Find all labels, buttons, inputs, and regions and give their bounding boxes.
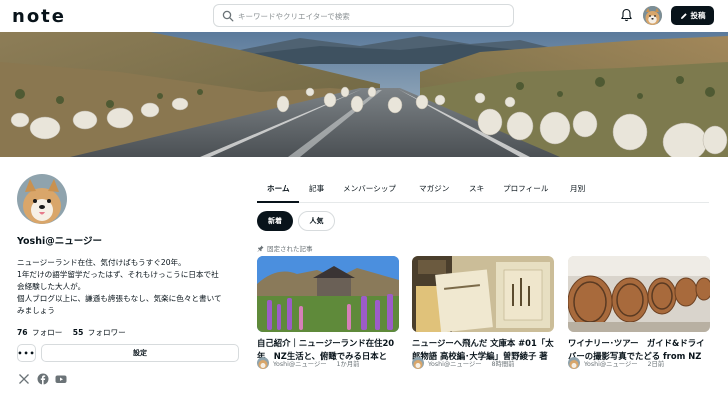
filter-popular-button[interactable]: 人気 <box>298 211 335 231</box>
facebook-icon[interactable] <box>37 373 49 385</box>
profile-name: Yoshi@ニュージー <box>17 236 103 247</box>
article-thumbnail[interactable] <box>568 256 710 332</box>
article-card[interactable]: ワイナリー･ツアー ガイド&ドライバーの撮影写真でたどる from NZ Yos… <box>568 256 710 377</box>
header-banner-image <box>0 32 728 157</box>
post-button[interactable]: 投稿 <box>671 6 714 25</box>
user-avatar[interactable] <box>643 6 662 25</box>
author-name[interactable]: Yoshi@ニュージー <box>584 359 638 368</box>
tab-monthly[interactable]: 月別 <box>570 183 585 194</box>
tab-home[interactable]: ホーム <box>267 183 290 194</box>
profile-avatar <box>17 174 67 224</box>
profile-tabs: ホーム 記事 メンバーシップ マガジン スキ プロフィール 月別 <box>257 178 709 203</box>
pencil-icon <box>680 12 687 19</box>
article-meta: Yoshi@ニュージー 1か月前 <box>257 357 399 369</box>
follow-stats: 76 フォロー 55 フォロワー <box>17 327 126 338</box>
bio-line: 個人ブログ以上に、謙遜も誇張もなし、気楽に色々と書いて <box>17 294 222 303</box>
tab-profile[interactable]: プロフィール <box>503 183 548 194</box>
search-icon <box>222 10 234 22</box>
article-meta: Yoshi@ニュージー 2日前 <box>568 357 710 369</box>
filter-new-button[interactable]: 新着 <box>257 211 293 231</box>
bell-icon[interactable] <box>620 8 633 22</box>
bio-line: 会経験した大人が。 <box>17 282 86 291</box>
article-card[interactable]: 自己紹介｜ニュージーランド在住20年 NZ生活と、俯瞰でみる日本と Yoshi@… <box>257 256 399 377</box>
article-card[interactable]: ニュージーへ飛んだ 文庫本 #01「太郎物語 高校編･大学編」曽野綾子 著 Yo… <box>412 256 554 377</box>
bio-line: ニュージーランド在住、気付けばもうすぐ20年。 <box>17 258 186 267</box>
top-header: note 投稿 <box>0 0 728 32</box>
bio-line: みましょう <box>17 306 55 315</box>
followers-label: フォロワー <box>87 328 126 337</box>
post-time: 8時間前 <box>491 360 515 368</box>
tab-membership[interactable]: メンバーシップ <box>343 183 396 194</box>
note-logo[interactable]: note <box>12 6 66 27</box>
post-time: 2日前 <box>647 360 665 368</box>
author-avatar[interactable] <box>568 357 580 369</box>
tab-likes[interactable]: スキ <box>469 183 484 194</box>
youtube-icon[interactable] <box>55 373 67 385</box>
profile-bio: ニュージーランド在住、気付けばもうすぐ20年。 1年だけの語学留学だったはず、そ… <box>17 257 239 317</box>
author-name[interactable]: Yoshi@ニュージー <box>273 359 327 368</box>
article-thumbnail[interactable] <box>412 256 554 332</box>
followers-link[interactable]: 55 フォロワー <box>73 328 126 337</box>
following-link[interactable]: 76 フォロー <box>17 328 62 337</box>
search-input[interactable] <box>238 7 508 25</box>
article-thumbnail[interactable] <box>257 256 399 332</box>
post-time: 1か月前 <box>336 360 360 368</box>
following-label: フォロー <box>32 328 63 337</box>
settings-button[interactable]: 設定 <box>41 344 239 362</box>
author-avatar[interactable] <box>257 357 269 369</box>
article-meta: Yoshi@ニュージー 8時間前 <box>412 357 554 369</box>
author-avatar[interactable] <box>412 357 424 369</box>
pinned-label: 固定された記事 <box>257 243 313 253</box>
pinned-label-text: 固定された記事 <box>267 245 313 253</box>
tab-magazine[interactable]: マガジン <box>419 183 449 194</box>
x-icon[interactable] <box>18 373 30 385</box>
following-count: 76 <box>17 328 28 337</box>
pin-icon <box>257 245 264 252</box>
post-button-label: 投稿 <box>690 11 706 20</box>
tab-articles[interactable]: 記事 <box>309 183 324 194</box>
search-box[interactable] <box>213 4 514 27</box>
followers-count: 55 <box>72 328 84 337</box>
active-tab-indicator <box>257 201 299 203</box>
more-options-button[interactable]: ••• <box>17 344 36 362</box>
author-name[interactable]: Yoshi@ニュージー <box>428 359 482 368</box>
bio-line: 1年だけの語学留学だったはず、それもけっこうに日本で社 <box>17 270 219 279</box>
